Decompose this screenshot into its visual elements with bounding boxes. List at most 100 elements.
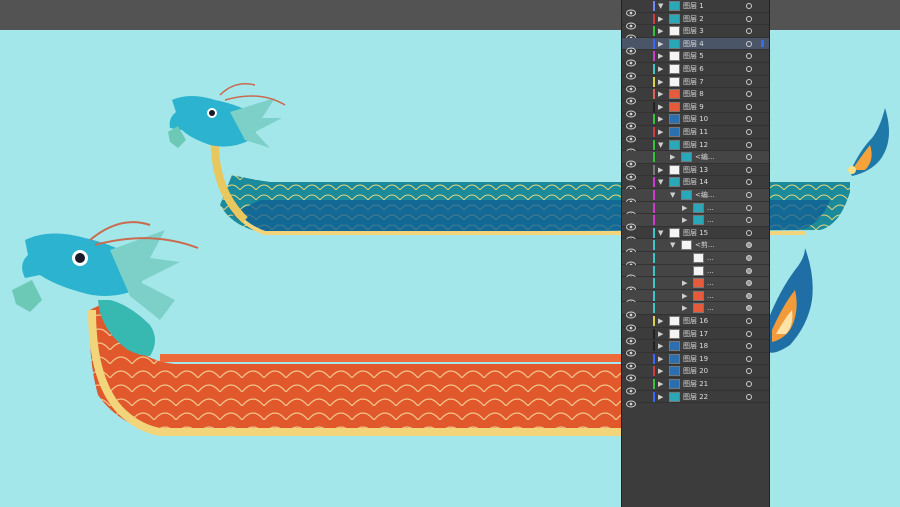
target-circle-icon[interactable] [746, 166, 752, 173]
expand-arrow-right-icon[interactable]: ▶ [658, 366, 663, 376]
expand-arrow-right-icon[interactable]: ▶ [658, 165, 663, 175]
layer-row[interactable]: ▼ 图层 15 [622, 227, 769, 244]
layer-row[interactable]: ▶ 图层 8 [622, 88, 769, 105]
target-circle-icon[interactable] [746, 154, 752, 161]
expand-arrow-right-icon[interactable]: ▶ [682, 303, 687, 313]
eye-icon[interactable] [626, 191, 636, 206]
eye-icon[interactable] [626, 367, 636, 382]
eye-icon[interactable] [626, 216, 636, 231]
expand-arrow-right-icon[interactable]: ▶ [658, 127, 663, 137]
target-circle-icon[interactable] [746, 292, 752, 299]
layer-row[interactable]: ▶ 图层 18 [622, 340, 769, 357]
layer-row[interactable]: ▼ <剪... [622, 239, 769, 256]
target-circle-icon[interactable] [746, 15, 752, 22]
target-circle-icon[interactable] [746, 355, 752, 362]
target-circle-icon[interactable] [746, 40, 752, 47]
expand-arrow-right-icon[interactable]: ▶ [658, 379, 663, 389]
layer-row[interactable]: ▶ 图层 19 [622, 353, 769, 370]
target-circle-icon[interactable] [746, 116, 752, 123]
eye-icon[interactable] [626, 166, 636, 181]
eye-icon[interactable] [626, 128, 636, 143]
layer-row[interactable]: ▶... [622, 201, 769, 219]
expand-arrow-down-icon[interactable]: ▼ [658, 228, 663, 238]
eye-icon[interactable] [626, 15, 636, 30]
eye-icon[interactable] [626, 279, 636, 294]
eye-icon[interactable] [626, 267, 636, 282]
target-circle-icon[interactable] [746, 103, 752, 110]
eye-icon[interactable] [626, 27, 636, 42]
target-circle-icon[interactable] [746, 204, 752, 211]
eye-icon[interactable] [626, 52, 636, 67]
teal-dragon-boat[interactable] [168, 83, 889, 235]
expand-arrow-down-icon[interactable]: ▼ [658, 140, 663, 150]
target-circle-icon[interactable] [746, 229, 752, 236]
layer-row[interactable]: ▼ <编... [622, 189, 769, 206]
eye-icon[interactable] [626, 141, 636, 156]
expand-arrow-down-icon[interactable]: ▼ [670, 240, 675, 250]
target-circle-icon[interactable] [746, 343, 752, 350]
layer-row[interactable]: ▶ 图层 13 [622, 164, 769, 181]
eye-icon[interactable] [626, 65, 636, 80]
eye-icon[interactable] [626, 178, 636, 193]
layer-row[interactable]: ▶... [622, 277, 769, 294]
expand-arrow-right-icon[interactable]: ▶ [658, 26, 663, 36]
layer-row[interactable]: ▶ 图层 4 [622, 37, 769, 55]
expand-arrow-down-icon[interactable]: ▼ [670, 190, 675, 200]
layer-row[interactable]: ▼ 图层 14 [622, 176, 769, 193]
target-circle-icon[interactable] [746, 330, 752, 337]
target-circle-icon[interactable] [746, 393, 752, 400]
layer-row[interactable]: ▶ 图层 16 [622, 315, 769, 332]
layer-row[interactable]: ▶ 图层 2 [622, 13, 769, 30]
expand-arrow-down-icon[interactable]: ▼ [658, 1, 663, 11]
eye-icon[interactable] [626, 304, 636, 319]
target-circle-icon[interactable] [746, 78, 752, 85]
layer-row[interactable]: ▶ 图层 10 [622, 113, 769, 130]
layer-row[interactable]: ▶ 图层 6 [622, 63, 769, 80]
expand-arrow-right-icon[interactable]: ▶ [658, 39, 663, 49]
target-circle-icon[interactable] [746, 368, 752, 375]
expand-arrow-right-icon[interactable]: ▶ [682, 291, 687, 301]
target-circle-icon[interactable] [746, 267, 752, 274]
target-circle-icon[interactable] [746, 141, 752, 148]
target-circle-icon[interactable] [746, 28, 752, 35]
target-circle-icon[interactable] [746, 192, 752, 198]
eye-icon[interactable] [626, 292, 636, 307]
expand-arrow-right-icon[interactable]: ▶ [658, 329, 663, 339]
layer-row[interactable]: ▶ 图层 7 [622, 76, 769, 93]
eye-icon[interactable] [626, 204, 636, 219]
eye-icon[interactable] [626, 317, 636, 332]
expand-arrow-right-icon[interactable]: ▶ [658, 392, 663, 402]
expand-arrow-right-icon[interactable]: ▶ [658, 89, 663, 99]
layer-row[interactable]: ... [622, 264, 769, 282]
layer-row[interactable]: ▶... [622, 302, 769, 319]
layer-row[interactable]: ▶ 图层 9 [622, 101, 769, 118]
layer-row[interactable]: ... [622, 252, 769, 269]
target-circle-icon[interactable] [746, 381, 752, 387]
target-circle-icon[interactable] [746, 280, 752, 287]
eye-icon[interactable] [626, 393, 636, 408]
expand-arrow-right-icon[interactable]: ▶ [658, 102, 663, 112]
expand-arrow-right-icon[interactable]: ▶ [682, 278, 687, 288]
eye-icon[interactable] [626, 115, 636, 130]
expand-arrow-right-icon[interactable]: ▶ [682, 215, 687, 225]
expand-arrow-right-icon[interactable]: ▶ [658, 354, 663, 364]
expand-arrow-right-icon[interactable]: ▶ [658, 64, 663, 74]
layer-row[interactable]: ▼ 图层 1 [622, 0, 769, 17]
eye-icon[interactable] [626, 254, 636, 269]
expand-arrow-right-icon[interactable]: ▶ [658, 341, 663, 351]
target-circle-icon[interactable] [746, 217, 752, 224]
expand-arrow-right-icon[interactable]: ▶ [658, 51, 663, 61]
target-circle-icon[interactable] [746, 305, 752, 312]
layer-row[interactable]: ▶ 图层 3 [622, 25, 769, 42]
eye-icon[interactable] [626, 2, 636, 17]
expand-arrow-right-icon[interactable]: ▶ [658, 316, 663, 326]
eye-icon[interactable] [626, 355, 636, 370]
layer-row[interactable]: ▶ 图层 11 [622, 126, 769, 143]
target-circle-icon[interactable] [746, 129, 752, 135]
target-circle-icon[interactable] [746, 179, 752, 186]
target-circle-icon[interactable] [746, 66, 752, 72]
layer-row[interactable]: ▶... [622, 289, 769, 307]
layers-panel[interactable]: ▼ 图层 1 ▶ 图层 2 ▶ 图层 3 ▶ 图层 4 ▶ 图层 5 ▶ 图层 6 ▶ 图层 7 ▶ 图层 8… [621, 0, 770, 507]
eye-icon[interactable] [626, 241, 636, 256]
eye-icon[interactable] [626, 103, 636, 118]
